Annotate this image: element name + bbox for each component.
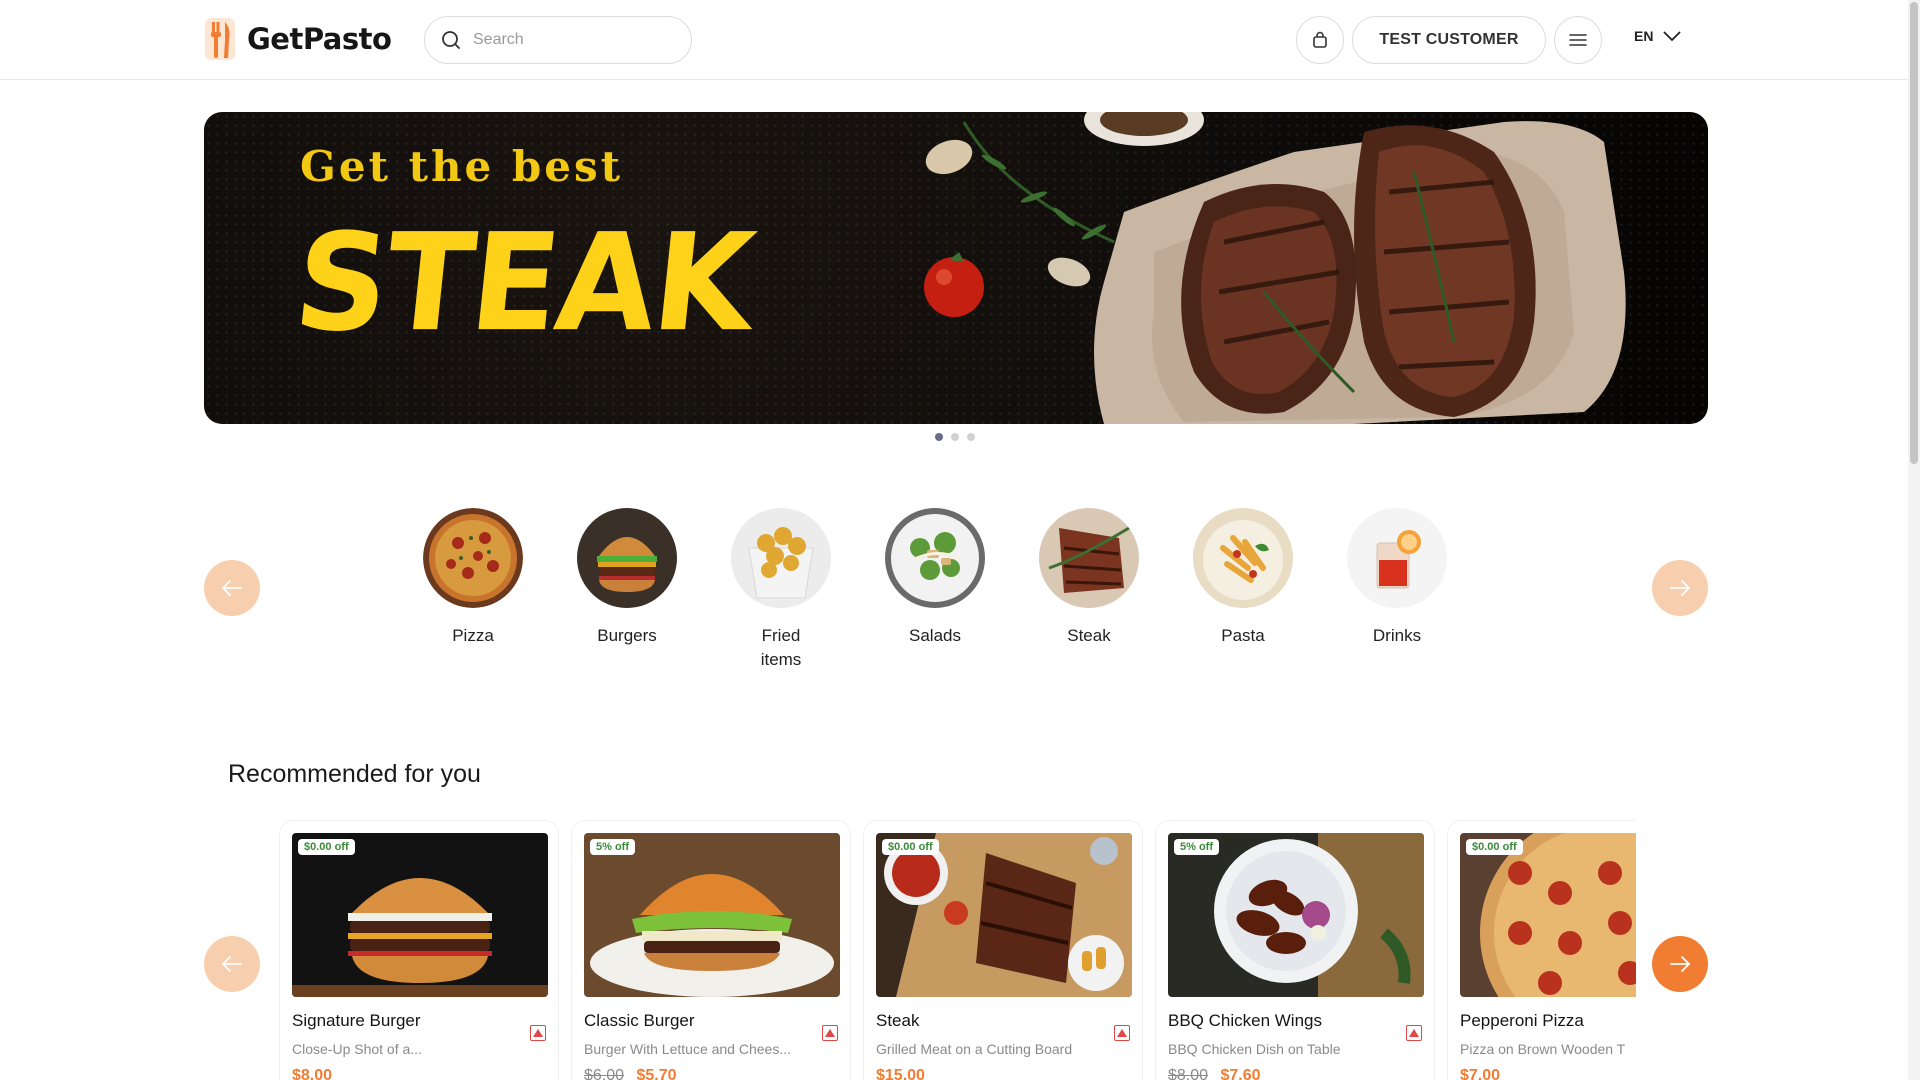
page-scrollbar[interactable]	[1908, 0, 1920, 1080]
arrow-left-icon	[221, 580, 242, 596]
category-drinks[interactable]: Drinks	[1347, 508, 1447, 672]
drinks-image	[1347, 508, 1447, 608]
search-input[interactable]	[473, 31, 673, 49]
salad-image	[885, 508, 985, 608]
recommended-carousel: $0.00 off Signature Burger Close-Up Shot…	[279, 820, 1636, 1080]
product-image: $0.00 off	[1460, 833, 1636, 997]
price-row: $8.00	[292, 1067, 546, 1080]
banner-dot-3[interactable]	[967, 433, 975, 441]
discount-badge: $0.00 off	[298, 839, 355, 855]
fried-items-image	[731, 508, 831, 608]
banner-headline: Get the best	[300, 142, 624, 191]
category-label: Drinks	[1372, 626, 1422, 645]
steak-category-image	[1039, 508, 1139, 608]
product-card[interactable]: 5% off BBQ Chicken Wings BBQ Chicken Dis…	[1155, 820, 1435, 1080]
discount-badge: 5% off	[1174, 839, 1219, 855]
banner-pagination	[935, 433, 975, 441]
fork-knife-logo-icon	[205, 18, 235, 60]
chevron-down-icon	[1663, 31, 1682, 41]
hamburger-menu-icon	[1569, 34, 1587, 46]
category-steak[interactable]: Steak	[1039, 508, 1139, 672]
category-label: Steak	[1067, 626, 1111, 645]
account-button[interactable]: TEST CUSTOMER	[1352, 16, 1546, 64]
favorite-icon[interactable]	[530, 1025, 546, 1041]
recommended-track: $0.00 off Signature Burger Close-Up Shot…	[279, 820, 1636, 1080]
product-description: Pizza on Brown Wooden T	[1460, 1041, 1626, 1057]
product-description: Burger With Lettuce and Chees...	[584, 1041, 791, 1057]
category-burgers[interactable]: Burgers	[577, 508, 677, 672]
top-header: GetPasto TEST CUSTOMER EN	[0, 0, 1908, 80]
brand-name: GetPasto	[247, 22, 392, 56]
brand-logo[interactable]: GetPasto	[203, 18, 392, 60]
category-pasta[interactable]: Pasta	[1193, 508, 1293, 672]
search-box[interactable]	[424, 16, 692, 64]
recommended-prev-button[interactable]	[204, 936, 260, 992]
recommended-next-button[interactable]	[1652, 936, 1708, 992]
product-image: $0.00 off	[876, 833, 1132, 997]
product-card[interactable]: 5% off Classic Burger Burger With Lettuc…	[571, 820, 851, 1080]
menu-button[interactable]	[1554, 16, 1602, 64]
banner-dot-2[interactable]	[951, 433, 959, 441]
favorite-icon[interactable]	[1114, 1025, 1130, 1041]
product-price: $7.00	[1460, 1067, 1501, 1080]
category-list: Pizza Burgers Fried items Salads Steak P…	[423, 508, 1447, 672]
pasta-image	[1193, 508, 1293, 608]
product-price: $8.00	[292, 1067, 333, 1080]
pizza-image	[423, 508, 523, 608]
product-image: 5% off	[584, 833, 840, 997]
language-selector[interactable]: EN	[1634, 28, 1682, 44]
product-description: BBQ Chicken Dish on Table	[1168, 1041, 1341, 1057]
category-label: Fried items	[760, 626, 802, 669]
search-icon	[442, 31, 460, 49]
favorite-icon[interactable]	[822, 1025, 838, 1041]
product-name: Pepperoni Pizza	[1460, 1011, 1584, 1030]
categories-next-button[interactable]	[1652, 560, 1708, 616]
banner-dot-1[interactable]	[935, 433, 943, 441]
product-old-price: $8.00	[1168, 1067, 1209, 1080]
price-row: $6.00 $5.70	[584, 1067, 838, 1080]
price-row: $8.00 $7.60	[1168, 1067, 1422, 1080]
product-card[interactable]: $0.00 off Signature Burger Close-Up Shot…	[279, 820, 559, 1080]
favorite-icon[interactable]	[1406, 1025, 1422, 1041]
scrollbar-thumb[interactable]	[1910, 2, 1918, 464]
category-label: Pizza	[452, 626, 494, 645]
product-old-price: $6.00	[584, 1067, 625, 1080]
banner-title: STEAK	[287, 205, 760, 362]
discount-badge: $0.00 off	[882, 839, 939, 855]
product-name: Steak	[876, 1011, 920, 1030]
discount-badge: 5% off	[590, 839, 635, 855]
product-price: $5.70	[636, 1067, 677, 1080]
category-label: Salads	[909, 626, 961, 645]
shopping-bag-icon	[1313, 31, 1327, 48]
burger-image	[577, 508, 677, 608]
product-name: Classic Burger	[584, 1011, 695, 1030]
product-name: BBQ Chicken Wings	[1168, 1011, 1322, 1030]
category-fried-items[interactable]: Fried items	[731, 508, 831, 672]
product-name: Signature Burger	[292, 1011, 421, 1030]
arrow-right-icon	[1670, 580, 1691, 596]
category-pizza[interactable]: Pizza	[423, 508, 523, 672]
product-description: Grilled Meat on a Cutting Board	[876, 1041, 1073, 1057]
recommended-title: Recommended for you	[228, 760, 481, 788]
category-label: Burgers	[597, 626, 657, 645]
hero-banner[interactable]: Get the best STEAK	[204, 112, 1708, 424]
product-image: $0.00 off	[292, 833, 548, 997]
product-price: $15.00	[876, 1067, 925, 1080]
price-row: $7.00	[1460, 1067, 1636, 1080]
price-row: $15.00	[876, 1067, 1130, 1080]
cart-button[interactable]	[1296, 16, 1344, 64]
discount-badge: $0.00 off	[1466, 839, 1523, 855]
arrow-right-icon	[1670, 956, 1691, 972]
category-label: Pasta	[1221, 626, 1265, 645]
product-card[interactable]: $0.00 off Pepperoni Pizza Pizza on Brown…	[1447, 820, 1636, 1080]
product-description: Close-Up Shot of a...	[292, 1041, 422, 1057]
category-salads[interactable]: Salads	[885, 508, 985, 672]
product-card[interactable]: $0.00 off Steak Grilled Meat on a Cuttin…	[863, 820, 1143, 1080]
language-label: EN	[1634, 28, 1654, 44]
product-image: 5% off	[1168, 833, 1424, 997]
product-price: $7.60	[1220, 1067, 1261, 1080]
arrow-left-icon	[221, 956, 242, 972]
categories-prev-button[interactable]	[204, 560, 260, 616]
